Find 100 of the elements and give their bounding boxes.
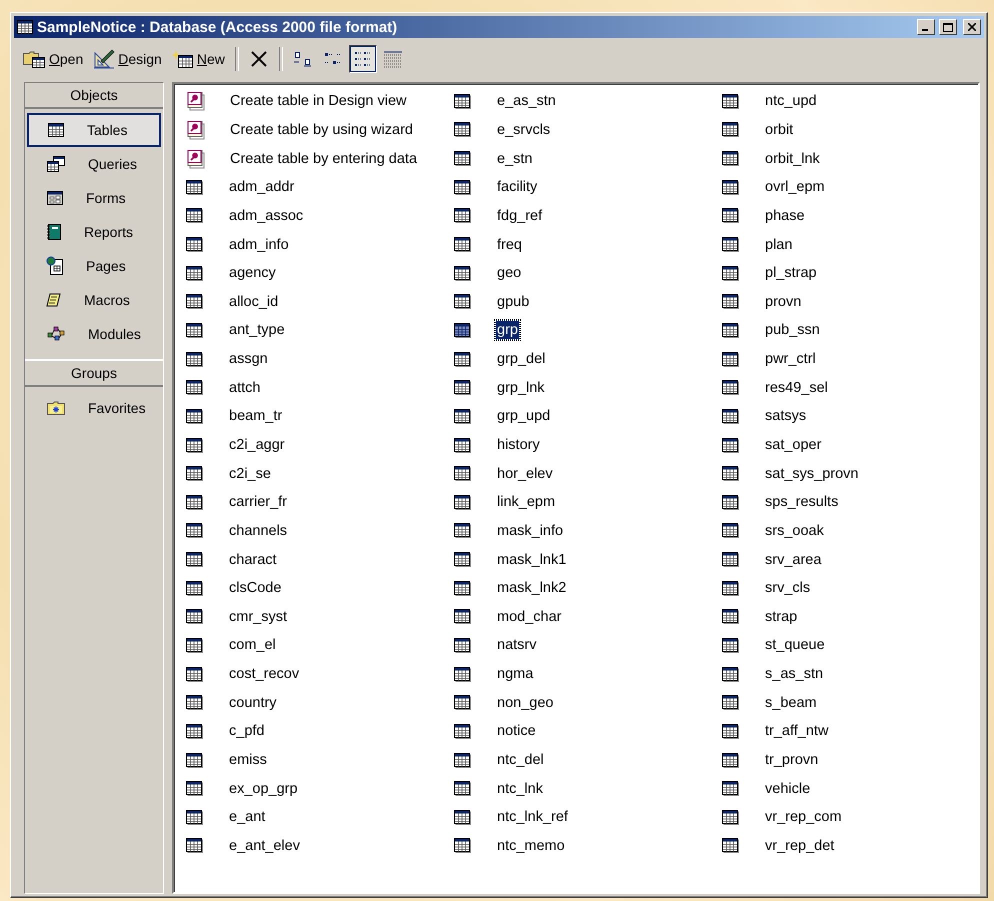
sidebar-item[interactable]: Favorites	[27, 391, 161, 425]
list-item[interactable]: provn	[763, 292, 804, 312]
list-item[interactable]: mask_lnk1	[495, 550, 568, 570]
list-item[interactable]: s_beam	[763, 692, 819, 713]
list-item[interactable]: pl_strap	[763, 263, 819, 284]
list-item[interactable]: grp_upd	[495, 406, 552, 426]
list-item[interactable]: e_stn	[495, 148, 534, 169]
list-item[interactable]: hor_elev	[495, 464, 555, 484]
list-item[interactable]: ntc_memo	[495, 836, 567, 856]
list-item[interactable]: clsCode	[227, 578, 284, 598]
list-item[interactable]: gpub	[495, 292, 532, 312]
minimize-button[interactable]	[917, 19, 935, 35]
list-item[interactable]: charact	[227, 550, 279, 570]
list-item[interactable]: cost_recov	[227, 664, 302, 684]
list-item[interactable]: com_el	[227, 635, 278, 656]
list-item[interactable]: grp	[495, 320, 520, 340]
table-icon	[186, 666, 203, 682]
list-item[interactable]: Create table in Design view	[228, 91, 409, 112]
list-item[interactable]: satsys	[763, 406, 808, 426]
list-item[interactable]: sat_sys_provn	[763, 464, 860, 484]
new-button[interactable]: New	[168, 45, 229, 73]
list-item[interactable]: phase	[763, 206, 807, 226]
list-item[interactable]: e_as_stn	[495, 91, 558, 112]
list-item[interactable]: freq	[495, 234, 524, 255]
list-item[interactable]: st_queue	[763, 635, 827, 656]
list-item[interactable]: plan	[763, 234, 794, 255]
list-button[interactable]	[348, 45, 377, 73]
section-header[interactable]: Groups	[25, 359, 163, 387]
list-item[interactable]: ex_op_grp	[227, 778, 300, 799]
maximize-button[interactable]	[939, 19, 957, 35]
list-item[interactable]: srs_ooak	[763, 520, 826, 541]
sidebar-item[interactable]: Modules	[27, 317, 161, 351]
sidebar-item[interactable]: Forms	[27, 181, 161, 215]
list-item[interactable]: tr_provn	[763, 750, 820, 770]
list-item[interactable]: adm_info	[227, 234, 291, 255]
list-item[interactable]: cmr_syst	[227, 606, 289, 627]
list-item[interactable]: natsrv	[495, 635, 538, 656]
modules-icon	[46, 325, 66, 343]
list-item[interactable]: ntc_lnk_ref	[495, 807, 570, 828]
list-item[interactable]: orbit	[763, 120, 796, 140]
list-item[interactable]: adm_addr	[227, 177, 296, 198]
list-item[interactable]: tr_aff_ntw	[763, 721, 830, 742]
list-item[interactable]: e_ant_elev	[227, 836, 302, 856]
sidebar-item[interactable]: Pages	[27, 249, 161, 283]
list-item[interactable]: notice	[495, 721, 538, 742]
list-item[interactable]: mask_lnk2	[495, 578, 568, 598]
list-item[interactable]: s_as_stn	[763, 664, 826, 684]
list-item[interactable]: pwr_ctrl	[763, 349, 818, 370]
list-item[interactable]: vehicle	[763, 778, 812, 799]
list-item[interactable]: vr_rep_com	[763, 807, 844, 828]
list-item[interactable]: mask_info	[495, 520, 566, 541]
list-item[interactable]: c_pfd	[227, 721, 266, 742]
list-item[interactable]: channels	[227, 520, 290, 541]
list-item[interactable]: Create table by using wizard	[228, 120, 415, 140]
list-item[interactable]: attch	[227, 378, 262, 398]
sidebar-item[interactable]: Macros	[27, 283, 161, 317]
list-item[interactable]: agency	[227, 263, 278, 284]
list-item[interactable]: ngma	[495, 664, 536, 684]
list-item[interactable]: sps_results	[763, 492, 840, 512]
list-item[interactable]: mod_char	[495, 606, 564, 627]
list-item[interactable]: ntc_del	[495, 750, 546, 770]
list-item[interactable]: alloc_id	[227, 292, 280, 312]
list-item[interactable]: srv_area	[763, 550, 824, 570]
sidebar-item[interactable]: Reports	[27, 215, 161, 249]
list-item[interactable]: carrier_fr	[227, 492, 290, 512]
list-item[interactable]: pub_ssn	[763, 320, 822, 340]
list-item[interactable]: strap	[763, 606, 800, 627]
open-button[interactable]: Open	[18, 45, 88, 73]
list-item[interactable]: assgn	[227, 349, 270, 370]
list-item[interactable]: link_epm	[495, 492, 558, 512]
list-item[interactable]: grp_del	[495, 349, 548, 370]
list-item[interactable]: emiss	[227, 750, 269, 770]
list-item[interactable]: ant_type	[227, 320, 287, 340]
list-item[interactable]: c2i_aggr	[227, 435, 287, 455]
list-item[interactable]: grp_lnk	[495, 378, 547, 398]
list-item[interactable]: fdg_ref	[495, 206, 544, 226]
list-item[interactable]: Create table by entering data	[228, 148, 420, 169]
list-item[interactable]: sat_oper	[763, 435, 824, 455]
list-item[interactable]: orbit_lnk	[763, 148, 822, 169]
list-item[interactable]: c2i_se	[227, 464, 273, 484]
list-item[interactable]: non_geo	[495, 692, 556, 713]
list-item[interactable]: adm_assoc	[227, 206, 306, 226]
table-icon	[454, 466, 471, 482]
list-item[interactable]: srv_cls	[763, 578, 812, 598]
list-item[interactable]: e_srvcls	[495, 120, 552, 140]
list-item[interactable]: history	[495, 435, 542, 455]
list-item[interactable]: ntc_lnk	[495, 778, 545, 799]
design-button[interactable]: Design	[89, 45, 166, 73]
list-item[interactable]: e_ant	[227, 807, 268, 828]
close-button[interactable]	[963, 19, 981, 35]
list-item[interactable]: vr_rep_det	[763, 836, 836, 856]
list-item[interactable]: ntc_upd	[763, 91, 819, 112]
list-item[interactable]: beam_tr	[227, 406, 284, 426]
sidebar-item[interactable]: Tables	[27, 113, 161, 147]
list-item[interactable]: res49_sel	[763, 378, 830, 398]
sidebar-item[interactable]: Queries	[27, 147, 161, 181]
list-item[interactable]: geo	[495, 263, 524, 284]
list-item[interactable]: ovrl_epm	[763, 177, 827, 198]
list-item[interactable]: country	[227, 692, 279, 713]
list-item[interactable]: facility	[495, 177, 540, 198]
